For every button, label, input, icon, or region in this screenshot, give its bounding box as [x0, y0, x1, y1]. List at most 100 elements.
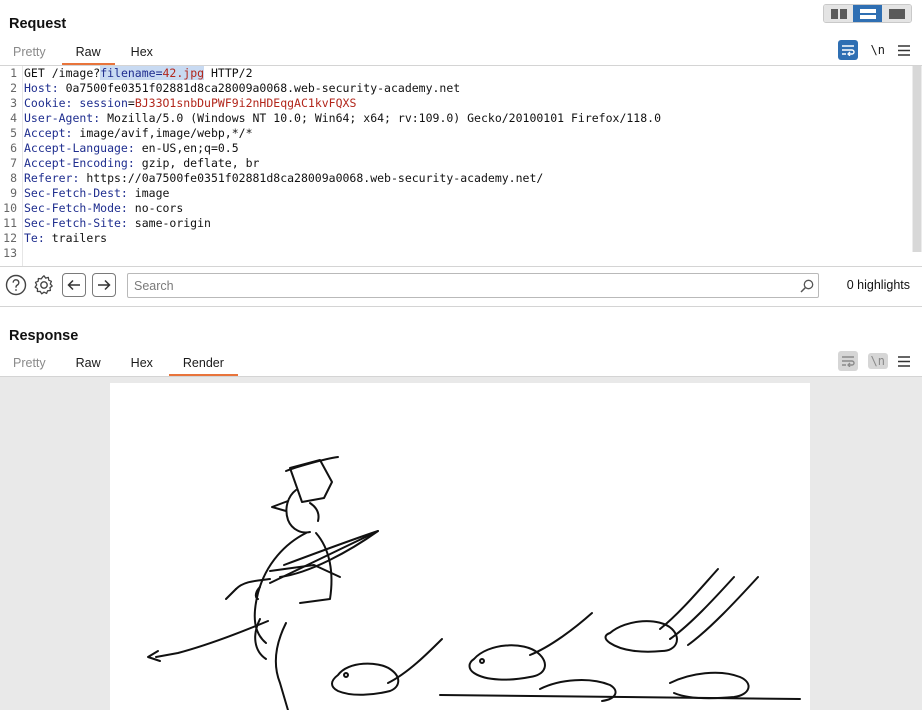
response-tab-hex[interactable]: Hex [131, 354, 153, 375]
rendered-image [110, 383, 810, 710]
response-show-newlines-button[interactable]: \n [867, 353, 888, 369]
header-name: Cookie: [24, 96, 73, 110]
rows-icon [859, 8, 876, 19]
header-name: Host: [24, 81, 59, 95]
header-value: same-origin [134, 216, 211, 230]
response-render-view [0, 377, 922, 710]
gear-icon[interactable] [32, 273, 56, 297]
header-name: Sec-Fetch-Site: [24, 216, 128, 230]
line-number: 1 [10, 66, 17, 80]
single-panel-layout-button[interactable] [882, 5, 911, 22]
highlights-count: 0 highlights [846, 278, 910, 292]
search-icon[interactable] [796, 279, 818, 293]
search-input[interactable] [128, 274, 796, 297]
request-panel-title: Request [9, 16, 67, 32]
header-name: Referer: [24, 171, 80, 185]
request-editor[interactable]: 1 GET /image?filename=42.jpg HTTP/2 2 Ho… [0, 66, 922, 266]
arrow-right-icon [98, 279, 111, 291]
word-wrap-icon [841, 45, 855, 56]
header-name: Accept-Language: [24, 141, 135, 155]
response-tabs: Pretty Raw Hex Render [0, 354, 241, 376]
request-show-newlines-button[interactable]: \n [868, 42, 888, 58]
request-line: 4 User-Agent: Mozilla/5.0 (Windows NT 10… [0, 111, 922, 126]
line-number: 6 [10, 141, 17, 155]
response-panel-title: Response [9, 328, 79, 344]
search-field[interactable] [127, 273, 819, 298]
request-word-wrap-button[interactable] [837, 40, 858, 60]
request-line: 8 Referer: https://0a7500fe0351f02881d8c… [0, 171, 922, 186]
cookie-value: BJ33O1snbDuPWF9i2nHDEqgAC1kvFQXS [134, 96, 357, 110]
header-value: 0a7500fe0351f02881d8ca28009a0068.web-sec… [65, 81, 461, 95]
http-method: GET [24, 66, 45, 80]
header-value: image/avif,image/webp,*/* [79, 126, 253, 140]
hamburger-menu-icon[interactable] [898, 355, 910, 367]
request-line: 12 Te: trailers [0, 231, 922, 246]
request-line: 3 Cookie: session=BJ33O1snbDuPWF9i2nHDEq… [0, 96, 922, 111]
line-number: 13 [3, 246, 17, 260]
line-number: 9 [10, 186, 17, 200]
request-line: 10 Sec-Fetch-Mode: no-cors [0, 201, 922, 216]
header-value: en-US,en;q=0.5 [141, 141, 239, 155]
request-line: 2 Host: 0a7500fe0351f02881d8ca28009a0068… [0, 81, 922, 96]
line-number: 10 [3, 201, 17, 215]
line-number: 5 [10, 126, 17, 140]
columns-icon [830, 8, 847, 19]
response-tab-raw[interactable]: Raw [76, 354, 101, 375]
layout-toggle[interactable] [823, 4, 912, 23]
line-number: 4 [10, 111, 17, 125]
request-tab-hex[interactable]: Hex [131, 43, 153, 64]
request-line: 7 Accept-Encoding: gzip, deflate, br [0, 156, 922, 171]
request-editor-tools: \n [837, 40, 910, 60]
request-path: /image? [51, 66, 101, 80]
header-name: Accept: [24, 126, 73, 140]
request-vertical-scrollbar[interactable] [912, 66, 922, 252]
cartoon-illustration [147, 456, 801, 710]
header-value: gzip, deflate, br [141, 156, 260, 170]
response-word-wrap-button[interactable] [837, 351, 858, 371]
request-tabs: Pretty Raw Hex [0, 43, 170, 65]
hamburger-menu-icon[interactable] [898, 44, 910, 56]
line-number: 12 [3, 231, 17, 245]
request-tab-raw[interactable]: Raw [61, 43, 115, 65]
line-number: 11 [3, 216, 17, 230]
header-value: image [134, 186, 170, 200]
header-name: User-Agent: [24, 111, 101, 125]
help-circle-icon[interactable] [4, 273, 28, 297]
header-name: Sec-Fetch-Mode: [24, 201, 128, 215]
side-by-side-layout-button[interactable] [824, 5, 853, 22]
request-line: 1 GET /image?filename=42.jpg HTTP/2 [0, 66, 922, 81]
line-number: 2 [10, 81, 17, 95]
header-value: trailers [51, 231, 108, 245]
header-value: Mozilla/5.0 (Windows NT 10.0; Win64; x64… [107, 111, 661, 125]
header-name: Te: [24, 231, 45, 245]
param-name: filename= [100, 66, 163, 80]
word-wrap-icon [841, 356, 855, 367]
scrollbar-thumb[interactable] [913, 66, 921, 252]
arrow-left-icon [67, 279, 80, 291]
search-toolbar: 0 highlights [0, 271, 922, 299]
request-line: 9 Sec-Fetch-Dest: image [0, 186, 922, 201]
param-value: 42.jpg [162, 66, 205, 80]
response-tab-render[interactable]: Render [168, 354, 238, 376]
response-tab-pretty[interactable]: Pretty [13, 354, 46, 375]
response-editor-tools: \n [837, 351, 910, 371]
header-name: Sec-Fetch-Dest: [24, 186, 128, 200]
panel-divider [0, 306, 922, 307]
request-line: 5 Accept: image/avif,image/webp,*/* [0, 126, 922, 141]
header-value: https://0a7500fe0351f02881d8ca28009a0068… [86, 171, 544, 185]
request-tab-pretty[interactable]: Pretty [13, 43, 46, 64]
back-button[interactable] [62, 273, 86, 297]
forward-button[interactable] [92, 273, 116, 297]
request-line: 11 Sec-Fetch-Site: same-origin [0, 216, 922, 231]
http-protocol: HTTP/2 [210, 66, 253, 80]
request-line: 6 Accept-Language: en-US,en;q=0.5 [0, 141, 922, 156]
editor-divider [0, 266, 922, 267]
line-number: 8 [10, 171, 17, 185]
single-panel-icon [888, 8, 905, 19]
stacked-layout-button[interactable] [853, 5, 882, 22]
line-number: 3 [10, 96, 17, 110]
header-name: Accept-Encoding: [24, 156, 135, 170]
cookie-name: session [79, 96, 128, 110]
request-line: 13 [0, 246, 922, 261]
line-number: 7 [10, 156, 17, 170]
